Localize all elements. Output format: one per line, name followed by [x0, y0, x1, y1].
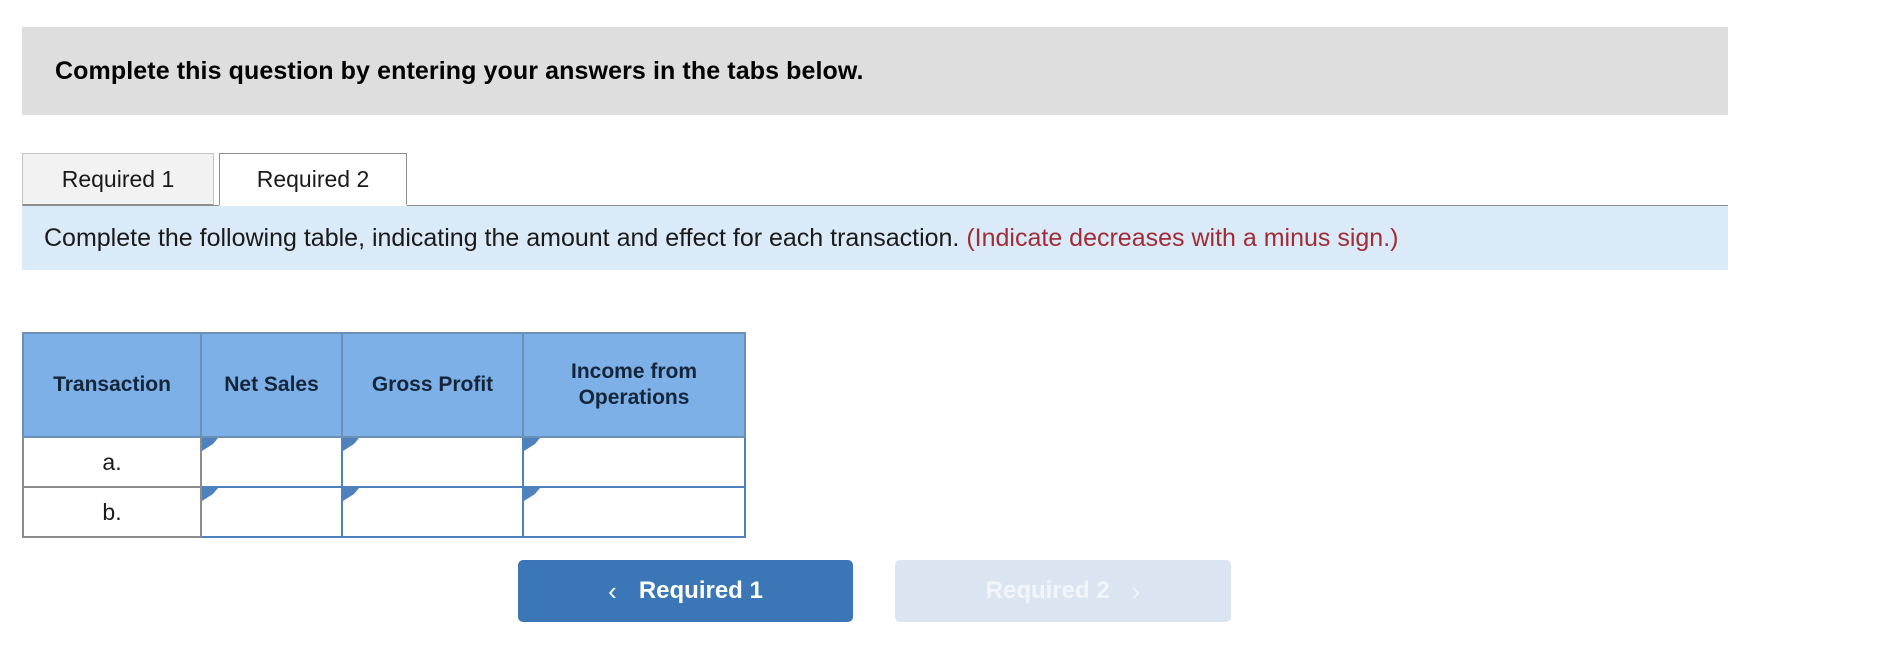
input-b-net-sales[interactable]: [202, 488, 341, 536]
input-b-gross-profit[interactable]: [343, 488, 522, 536]
cell-b-gross-profit[interactable]: [341, 486, 524, 538]
row-label-a: a.: [22, 436, 202, 488]
input-a-net-sales[interactable]: [202, 438, 341, 486]
answer-table-body: a. b.: [22, 436, 746, 538]
answer-table-head: Transaction Net Sales Gross Profit Incom…: [22, 332, 746, 438]
input-b-income-from-operations[interactable]: [524, 488, 744, 536]
row-label-b: b.: [22, 486, 202, 538]
cell-marker-icon: [202, 488, 218, 501]
column-header-income-from-operations: Income from Operations: [522, 332, 746, 438]
input-a-gross-profit[interactable]: [343, 438, 522, 486]
cell-marker-icon: [524, 438, 540, 451]
tab-strip: Required 1 Required 2: [22, 153, 1728, 207]
column-header-transaction: Transaction: [22, 332, 202, 438]
answer-table-wrapper: Transaction Net Sales Gross Profit Incom…: [22, 332, 746, 538]
input-a-income-from-operations[interactable]: [524, 438, 744, 486]
answer-table-header-row: Transaction Net Sales Gross Profit Incom…: [22, 332, 746, 438]
cell-a-net-sales[interactable]: [200, 436, 343, 488]
cell-a-gross-profit[interactable]: [341, 436, 524, 488]
question-banner-text: Complete this question by entering your …: [55, 56, 864, 85]
answer-table: Transaction Net Sales Gross Profit Incom…: [22, 332, 746, 538]
navigation-bar: ‹ Required 1 Required 2 ›: [518, 560, 1238, 622]
instruction-main: Complete the following table, indicating…: [44, 223, 960, 252]
table-row: a.: [22, 436, 746, 488]
tab-required-2[interactable]: Required 2: [219, 153, 407, 206]
prev-required-1-label: Required 1: [638, 577, 763, 604]
cell-marker-icon: [343, 438, 359, 451]
instruction-note: (Indicate decreases with a minus sign.): [966, 223, 1399, 252]
chevron-left-icon: ‹: [608, 576, 617, 606]
tab-required-1-label: Required 1: [61, 165, 175, 192]
instruction-text: Complete the following table, indicating…: [44, 224, 1399, 253]
cell-a-income-from-operations[interactable]: [522, 436, 746, 488]
question-banner: Complete this question by entering your …: [22, 27, 1728, 115]
next-required-2-label: Required 2: [985, 577, 1110, 604]
prev-required-1-button[interactable]: ‹ Required 1: [518, 560, 853, 622]
instruction-bar: Complete the following table, indicating…: [22, 206, 1728, 270]
column-header-net-sales: Net Sales: [200, 332, 343, 438]
cell-marker-icon: [343, 488, 359, 501]
cell-b-income-from-operations[interactable]: [522, 486, 746, 538]
next-required-2-button[interactable]: Required 2 ›: [895, 560, 1231, 622]
tab-required-2-label: Required 2: [256, 165, 370, 192]
table-row: b.: [22, 486, 746, 538]
cell-marker-icon: [202, 438, 218, 451]
chevron-right-icon: ›: [1131, 576, 1141, 606]
tab-required-1[interactable]: Required 1: [22, 153, 214, 206]
cell-marker-icon: [524, 488, 540, 501]
cell-b-net-sales[interactable]: [200, 486, 343, 538]
column-header-gross-profit: Gross Profit: [341, 332, 524, 438]
